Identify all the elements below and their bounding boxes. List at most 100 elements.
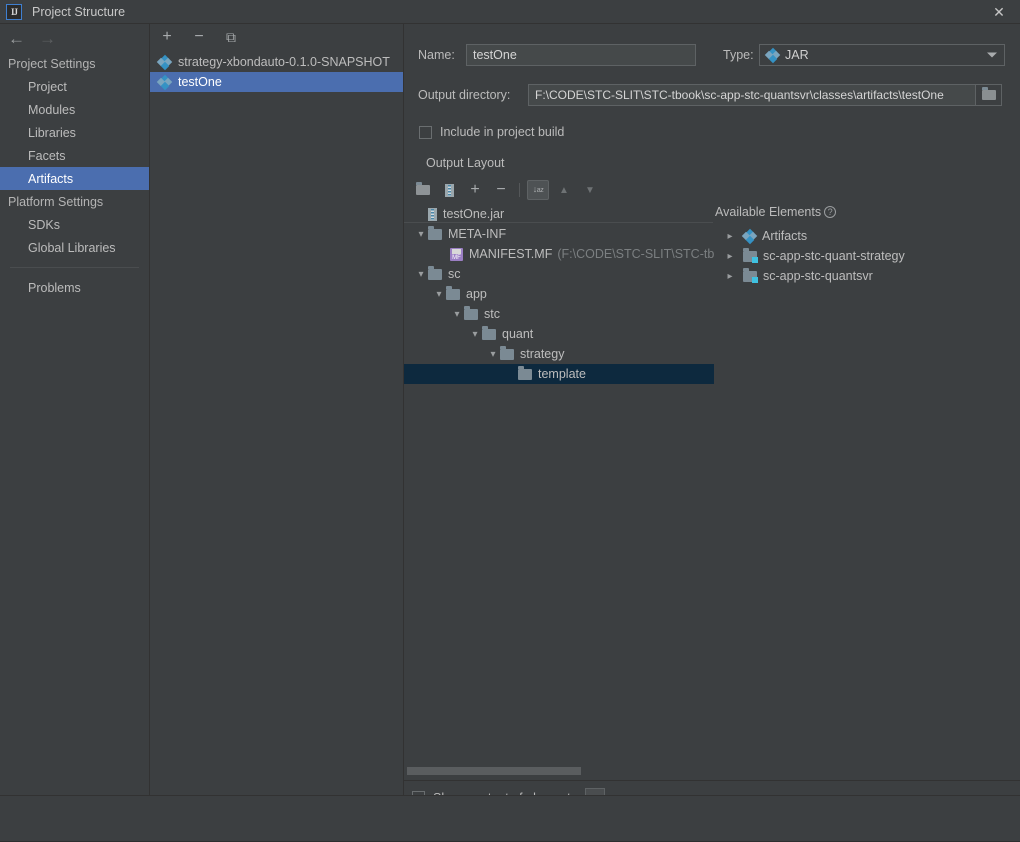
available-elements-title: Available Elements	[715, 205, 822, 219]
tree-row[interactable]: ▾ app	[404, 284, 714, 304]
tree-row[interactable]: ▾ stc	[404, 304, 714, 324]
name-input[interactable]: testOne	[466, 44, 696, 66]
manifest-icon: MF	[450, 247, 463, 261]
remove-element-button[interactable]: −	[490, 180, 512, 200]
tree-row[interactable]: testOne.jar	[404, 204, 714, 224]
title-bar: IJ Project Structure ✕	[0, 0, 1020, 23]
move-up-button[interactable]: ▲	[553, 180, 575, 200]
arrow-left-icon[interactable]: ←	[8, 30, 25, 47]
folder-icon	[500, 345, 514, 360]
tree-row-label: template	[538, 367, 586, 381]
output-directory-row: Output directory: F:\CODE\STC-SLIT\STC-t…	[418, 84, 1010, 106]
sidebar-item-artifacts[interactable]: Artifacts	[0, 167, 149, 190]
question-mark-icon[interactable]: ?	[824, 206, 837, 218]
name-input-value: testOne	[473, 48, 517, 62]
list-item[interactable]: testOne	[150, 72, 403, 92]
module-icon	[743, 247, 758, 263]
sidebar-item-problems[interactable]: Problems	[0, 276, 149, 299]
module-icon	[743, 267, 758, 283]
folder-icon	[428, 225, 442, 240]
tree-row-label: testOne.jar	[443, 207, 505, 221]
chevron-down-icon[interactable]: ▾	[414, 269, 428, 280]
available-element-label: sc-app-stc-quantsvr	[763, 269, 873, 283]
artifacts-list-panel: + − ⧉ strategy-xbondauto-0.1.0-SNAPSHOT …	[150, 24, 403, 795]
available-elements-list: ▸ Artifacts ▸ sc-app-stc-quant-strategy …	[717, 226, 1017, 286]
dialog-footer: ? OK Cancel Apply	[0, 796, 1020, 842]
sort-az-icon: ↓az	[532, 184, 544, 195]
folder-browse-icon	[981, 87, 996, 100]
tree-row[interactable]: ▾ sc	[404, 264, 714, 284]
tree-row[interactable]: ▾ META-INF	[404, 224, 714, 244]
tree-row-label: strategy	[520, 347, 565, 361]
output-layout-toolbar: + − ↓az ▲ ▼	[412, 179, 605, 201]
list-item[interactable]: ▸ sc-app-stc-quantsvr	[717, 266, 1017, 286]
add-archive-button[interactable]	[438, 180, 460, 200]
sidebar-item-modules[interactable]: Modules	[0, 98, 149, 121]
list-item[interactable]: ▸ sc-app-stc-quant-strategy	[717, 246, 1017, 266]
project-structure-dialog: IJ Project Structure ✕ ← → Project Setti…	[0, 0, 1020, 842]
move-down-button[interactable]: ▼	[579, 180, 601, 200]
chevron-down-icon[interactable]: ▾	[432, 289, 446, 300]
tree-row[interactable]: template	[404, 364, 714, 384]
intellij-logo-icon: IJ	[6, 3, 22, 20]
name-label: Name:	[418, 48, 455, 62]
tree-horizontal-scrollbar-thumb[interactable]	[407, 767, 581, 775]
tree-row-label: sc	[448, 267, 461, 281]
add-directory-button[interactable]	[412, 180, 434, 200]
type-value: JAR	[785, 48, 809, 62]
artifact-label: testOne	[178, 75, 222, 89]
arrow-right-icon[interactable]: →	[39, 30, 56, 47]
sidebar-item-facets[interactable]: Facets	[0, 144, 149, 167]
settings-sidebar: ← → Project Settings Project Modules Lib…	[0, 24, 149, 795]
add-element-button[interactable]: +	[464, 180, 486, 200]
sort-alphabetically-button[interactable]: ↓az	[527, 180, 549, 200]
sidebar-item-sdks[interactable]: SDKs	[0, 213, 149, 236]
available-element-label: sc-app-stc-quant-strategy	[763, 249, 905, 263]
sidebar-item-project[interactable]: Project	[0, 75, 149, 98]
include-in-build-checkbox[interactable]	[419, 125, 432, 139]
browse-folder-button[interactable]	[976, 84, 1002, 106]
remove-artifact-button[interactable]: −	[190, 28, 208, 46]
tree-row[interactable]: ▾ strategy	[404, 344, 714, 364]
copy-artifact-button[interactable]: ⧉	[222, 28, 240, 46]
chevron-right-icon[interactable]: ▸	[723, 231, 737, 242]
tree-row[interactable]: MF MANIFEST.MF (F:\CODE\STC-SLIT\STC-tbo…	[404, 244, 714, 264]
chevron-down-icon[interactable]: ▾	[450, 309, 464, 320]
chevron-right-icon[interactable]: ▸	[723, 271, 737, 282]
output-layout-label: Output Layout	[426, 156, 505, 170]
include-in-build-row[interactable]: Include in project build	[419, 125, 564, 139]
sidebar-item-global-libraries[interactable]: Global Libraries	[0, 236, 149, 259]
jar-icon	[428, 207, 437, 221]
list-item[interactable]: strategy-xbondauto-0.1.0-SNAPSHOT	[150, 52, 403, 72]
close-icon[interactable]: ✕	[990, 3, 1008, 21]
chevron-down-icon[interactable]: ▾	[414, 229, 428, 240]
tree-row-label: stc	[484, 307, 500, 321]
artifacts-toolbar: + − ⧉	[150, 24, 403, 50]
artifact-icon	[741, 228, 758, 244]
artifact-icon	[156, 54, 173, 70]
sidebar-item-libraries[interactable]: Libraries	[0, 121, 149, 144]
output-directory-value: F:\CODE\STC-SLIT\STC-tbook\sc-app-stc-qu…	[535, 88, 944, 102]
tree-row[interactable]: ▾ quant	[404, 324, 714, 344]
list-item[interactable]: ▸ Artifacts	[717, 226, 1017, 246]
type-label: Type:	[723, 48, 754, 62]
add-artifact-button[interactable]: +	[158, 28, 176, 46]
artifacts-list: strategy-xbondauto-0.1.0-SNAPSHOT testOn…	[150, 52, 403, 92]
artifact-editor-panel: Name: testOne Type: JAR Output directory…	[404, 24, 1020, 807]
chevron-right-icon[interactable]: ▸	[723, 251, 737, 262]
folder-icon	[446, 285, 460, 300]
available-element-label: Artifacts	[762, 229, 808, 243]
tree-row-label: quant	[502, 327, 534, 341]
include-in-build-label: Include in project build	[440, 125, 565, 139]
folder-add-icon	[416, 182, 430, 195]
sidebar-group-platform-settings: Platform Settings	[8, 194, 104, 209]
output-directory-input[interactable]: F:\CODE\STC-SLIT\STC-tbook\sc-app-stc-qu…	[528, 84, 976, 106]
type-dropdown[interactable]: JAR	[759, 44, 1005, 66]
available-elements-header: Available Elements ?	[715, 205, 837, 219]
output-directory-label: Output directory:	[418, 88, 511, 102]
output-layout-tree: testOne.jar ▾ META-INF MF MANIFEST.MF (F…	[404, 204, 714, 764]
chevron-down-icon[interactable]: ▾	[468, 329, 482, 340]
chevron-down-icon[interactable]: ▾	[486, 349, 500, 360]
toolbar-separator	[519, 183, 520, 197]
sidebar-divider	[10, 267, 139, 268]
